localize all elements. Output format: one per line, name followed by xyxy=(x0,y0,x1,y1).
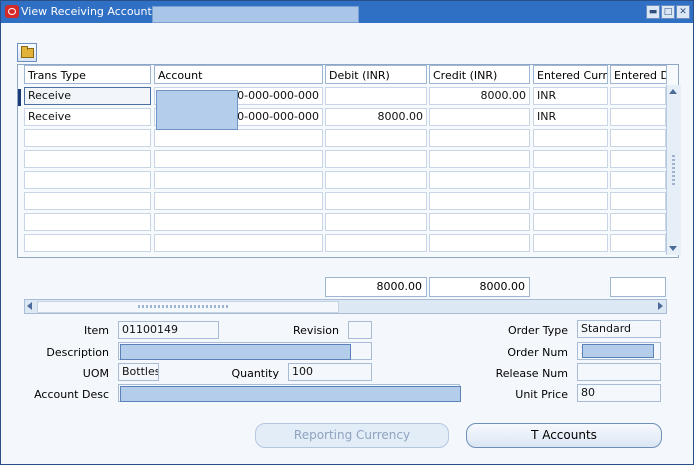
entered-dr-total xyxy=(610,277,666,297)
empty-cell[interactable] xyxy=(24,192,151,210)
entered-dr-cell[interactable] xyxy=(610,87,666,105)
column-header-account[interactable]: Account xyxy=(154,65,323,84)
empty-cell[interactable] xyxy=(154,192,323,210)
reporting-currency-button[interactable]: Reporting Currency xyxy=(255,423,449,448)
empty-cell[interactable] xyxy=(429,192,530,210)
close-button[interactable]: ✕ xyxy=(676,5,690,19)
debit-cell[interactable] xyxy=(325,87,427,105)
column-header-trans-type[interactable]: Trans Type xyxy=(24,65,151,84)
order-num-redacted-area xyxy=(582,344,654,358)
credit-cell[interactable] xyxy=(429,108,530,126)
trans-type-cell[interactable]: Receive xyxy=(24,87,151,105)
empty-cell[interactable] xyxy=(154,150,323,168)
minimize-button[interactable]: ▬ xyxy=(646,5,660,19)
revision-field[interactable] xyxy=(348,321,372,339)
t-accounts-button[interactable]: T Accounts xyxy=(466,423,662,448)
maximize-button[interactable]: □ xyxy=(661,5,675,19)
empty-cell[interactable] xyxy=(24,171,151,189)
quantity-field[interactable]: 100 xyxy=(288,363,372,381)
order-num-label: Order Num xyxy=(507,346,568,359)
order-type-label: Order Type xyxy=(507,324,568,337)
empty-cell[interactable] xyxy=(325,234,427,252)
empty-cell[interactable] xyxy=(325,129,427,147)
column-header-credit[interactable]: Credit (INR) xyxy=(429,65,530,84)
empty-cell[interactable] xyxy=(533,171,608,189)
column-header-entered-curr[interactable]: Entered Curr xyxy=(533,65,608,84)
horizontal-scroll-thumb[interactable] xyxy=(37,301,339,313)
empty-cell[interactable] xyxy=(533,192,608,210)
scroll-grip[interactable] xyxy=(672,155,675,185)
empty-cell[interactable] xyxy=(24,150,151,168)
column-header-entered-dr[interactable]: Entered D xyxy=(610,65,667,84)
credit-total: 8000.00 xyxy=(429,277,530,297)
empty-cell[interactable] xyxy=(533,129,608,147)
empty-cell[interactable] xyxy=(429,234,530,252)
credit-cell[interactable]: 8000.00 xyxy=(429,87,530,105)
empty-cell[interactable] xyxy=(154,213,323,231)
empty-cell[interactable] xyxy=(429,129,530,147)
uom-field[interactable]: Bottles xyxy=(118,363,159,381)
empty-cell[interactable] xyxy=(610,171,666,189)
title-bar[interactable]: View Receiving Accounting ▬ □ ✕ xyxy=(1,1,693,23)
empty-cell[interactable] xyxy=(610,150,666,168)
empty-cell[interactable] xyxy=(610,213,666,231)
description-redacted-area xyxy=(120,344,351,360)
order-type-field[interactable]: Standard xyxy=(577,320,661,338)
open-folder-button[interactable] xyxy=(17,43,37,62)
empty-cell[interactable] xyxy=(429,213,530,231)
release-num-field[interactable] xyxy=(577,363,661,381)
empty-cell[interactable] xyxy=(610,129,666,147)
uom-label: UOM xyxy=(82,367,109,380)
empty-cell[interactable] xyxy=(154,234,323,252)
scroll-right-icon[interactable] xyxy=(658,302,663,310)
empty-cell[interactable] xyxy=(610,234,666,252)
item-field[interactable]: 01100149 xyxy=(118,321,219,339)
account-desc-redacted-area xyxy=(120,386,461,402)
empty-cell[interactable] xyxy=(533,150,608,168)
empty-cell[interactable] xyxy=(325,171,427,189)
horizontal-scrollbar[interactable] xyxy=(24,299,667,314)
release-num-label: Release Num xyxy=(495,367,568,380)
vertical-scrollbar[interactable] xyxy=(666,85,681,255)
empty-cell[interactable] xyxy=(325,150,427,168)
column-header-debit[interactable]: Debit (INR) xyxy=(325,65,427,84)
title-redacted-area xyxy=(152,6,359,23)
entered-dr-cell[interactable] xyxy=(610,108,666,126)
empty-cell[interactable] xyxy=(533,234,608,252)
account-desc-label: Account Desc xyxy=(34,388,109,401)
account-redacted-area xyxy=(156,90,238,130)
empty-cell[interactable] xyxy=(154,129,323,147)
empty-cell[interactable] xyxy=(24,213,151,231)
empty-cell[interactable] xyxy=(533,213,608,231)
view-receiving-accounting-window: View Receiving Accounting ▬ □ ✕ Trans Ty… xyxy=(0,0,694,465)
empty-cell[interactable] xyxy=(24,129,151,147)
item-label: Item xyxy=(83,324,109,337)
scroll-down-icon[interactable] xyxy=(669,246,677,251)
debit-total: 8000.00 xyxy=(325,277,427,297)
trans-type-cell[interactable]: Receive xyxy=(24,108,151,126)
debit-cell[interactable]: 8000.00 xyxy=(325,108,427,126)
empty-cell[interactable] xyxy=(154,171,323,189)
scroll-left-icon[interactable] xyxy=(27,302,32,310)
revision-label: Revision xyxy=(293,324,339,337)
oracle-app-icon xyxy=(5,5,19,18)
empty-cell[interactable] xyxy=(429,150,530,168)
current-record-indicator xyxy=(18,89,21,106)
scroll-up-icon[interactable] xyxy=(669,89,677,94)
entered-curr-cell[interactable]: INR xyxy=(533,87,608,105)
quantity-label: Quantity xyxy=(231,367,279,380)
window-title: View Receiving Accounting xyxy=(21,5,169,18)
entered-curr-cell[interactable]: INR xyxy=(533,108,608,126)
empty-cell[interactable] xyxy=(24,234,151,252)
folder-open-icon xyxy=(21,46,34,58)
unit-price-label: Unit Price xyxy=(515,388,568,401)
empty-cell[interactable] xyxy=(325,213,427,231)
empty-cell[interactable] xyxy=(429,171,530,189)
description-label: Description xyxy=(46,346,109,359)
empty-cell[interactable] xyxy=(325,192,427,210)
empty-cell[interactable] xyxy=(610,192,666,210)
unit-price-field[interactable]: 80 xyxy=(577,384,661,402)
